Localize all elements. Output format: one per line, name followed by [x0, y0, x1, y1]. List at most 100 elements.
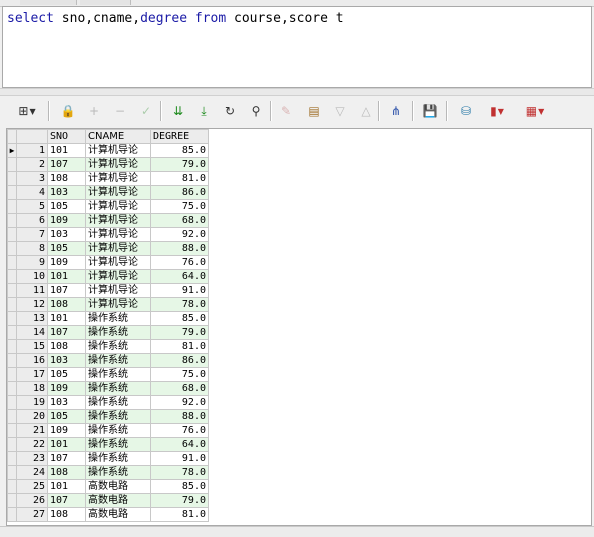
cell-sno[interactable]: 108 — [47, 297, 86, 312]
cell-sno[interactable]: 109 — [47, 213, 86, 228]
cell-degree[interactable]: 81.0 — [150, 339, 209, 354]
cell-sno[interactable]: 109 — [47, 255, 86, 270]
cell-cname[interactable]: 高数电路 — [85, 479, 151, 494]
table-row[interactable]: 3 108 计算机导论 81.0 — [7, 171, 209, 186]
cell-cname[interactable]: 操作系统 — [85, 437, 151, 452]
cell-degree[interactable]: 85.0 — [150, 311, 209, 326]
cell-sno[interactable]: 103 — [47, 353, 86, 368]
cell-sno[interactable]: 107 — [47, 451, 86, 466]
table-row[interactable]: 5 105 计算机导论 75.0 — [7, 199, 209, 214]
table-row[interactable]: 6 109 计算机导论 68.0 — [7, 213, 209, 228]
sql-text[interactable]: select sno,cname,degree from course,scor… — [7, 11, 344, 26]
cell-degree[interactable]: 91.0 — [150, 283, 209, 298]
cell-cname[interactable]: 操作系统 — [85, 395, 151, 410]
table-row[interactable]: 15 108 操作系统 81.0 — [7, 339, 209, 354]
cell-degree[interactable]: 85.0 — [150, 479, 209, 494]
cell-cname[interactable]: 操作系统 — [85, 409, 151, 424]
fetch-last-button[interactable]: ⤓ — [194, 101, 214, 121]
cell-sno[interactable]: 105 — [47, 199, 86, 214]
cell-cname[interactable]: 计算机导论 — [85, 283, 151, 298]
cell-sno[interactable]: 105 — [47, 241, 86, 256]
cell-cname[interactable]: 操作系统 — [85, 381, 151, 396]
cell-degree[interactable]: 81.0 — [150, 507, 209, 522]
cell-degree[interactable]: 75.0 — [150, 199, 209, 214]
query-by-example-button[interactable]: ▤ — [304, 101, 324, 121]
cell-sno[interactable]: 103 — [47, 227, 86, 242]
chevron-down-icon[interactable]: ▼ — [498, 107, 504, 116]
chart-button[interactable]: ▮ ▼ — [482, 101, 512, 121]
cell-sno[interactable]: 101 — [47, 269, 86, 284]
cell-degree[interactable]: 92.0 — [150, 227, 209, 242]
cell-degree[interactable]: 79.0 — [150, 493, 209, 508]
table-row[interactable]: 10 101 计算机导论 64.0 — [7, 269, 209, 284]
cell-degree[interactable]: 76.0 — [150, 423, 209, 438]
cell-degree[interactable]: 91.0 — [150, 451, 209, 466]
clear-eraser-icon[interactable]: ✎ — [276, 101, 296, 121]
cell-degree[interactable]: 75.0 — [150, 367, 209, 382]
table-row[interactable]: 20 105 操作系统 88.0 — [7, 409, 209, 424]
cell-degree[interactable]: 86.0 — [150, 353, 209, 368]
table-row[interactable]: 17 105 操作系统 75.0 — [7, 367, 209, 382]
cell-sno[interactable]: 108 — [47, 171, 86, 186]
cell-degree[interactable]: 76.0 — [150, 255, 209, 270]
cell-cname[interactable]: 操作系统 — [85, 353, 151, 368]
table-row[interactable]: 4 103 计算机导论 86.0 — [7, 185, 209, 200]
cell-sno[interactable]: 108 — [47, 339, 86, 354]
refresh-button[interactable]: ↻ — [220, 101, 240, 121]
cell-degree[interactable]: 92.0 — [150, 395, 209, 410]
table-row[interactable]: 9 109 计算机导论 76.0 — [7, 255, 209, 270]
table-row[interactable]: 24 108 操作系统 78.0 — [7, 465, 209, 480]
cell-degree[interactable]: 86.0 — [150, 185, 209, 200]
cell-cname[interactable]: 操作系统 — [85, 423, 151, 438]
table-row[interactable]: 25 101 高数电路 85.0 — [7, 479, 209, 494]
table-row[interactable]: 8 105 计算机导论 88.0 — [7, 241, 209, 256]
cell-sno[interactable]: 108 — [47, 507, 86, 522]
table-row[interactable]: 18 109 操作系统 68.0 — [7, 381, 209, 396]
cell-degree[interactable]: 64.0 — [150, 437, 209, 452]
cell-cname[interactable]: 计算机导论 — [85, 171, 151, 186]
cell-degree[interactable]: 68.0 — [150, 381, 209, 396]
insert-record-button[interactable]: + — [84, 101, 104, 121]
cell-degree[interactable]: 85.0 — [150, 143, 209, 158]
column-header-cname[interactable]: CNAME — [85, 129, 151, 144]
delete-record-button[interactable]: − — [110, 101, 130, 121]
lock-icon[interactable]: 🔒 — [58, 101, 78, 121]
cell-cname[interactable]: 计算机导论 — [85, 157, 151, 172]
cell-sno[interactable]: 101 — [47, 437, 86, 452]
table-row[interactable]: 27 108 高数电路 81.0 — [7, 507, 209, 522]
cell-cname[interactable]: 操作系统 — [85, 311, 151, 326]
next-button[interactable]: △ — [356, 101, 376, 121]
column-header-degree[interactable]: DEGREE — [150, 129, 209, 144]
table-row[interactable]: 13 101 操作系统 85.0 — [7, 311, 209, 326]
table-row[interactable]: 23 107 操作系统 91.0 — [7, 451, 209, 466]
result-grid[interactable]: SNO CNAME DEGREE ▶ 1 101 计算机导论 85.0 2 107 计算机导论… — [6, 128, 592, 526]
cell-degree[interactable]: 88.0 — [150, 409, 209, 424]
cell-sno[interactable]: 103 — [47, 395, 86, 410]
table-row[interactable]: 12 108 计算机导论 78.0 — [7, 297, 209, 312]
cell-sno[interactable]: 101 — [47, 143, 86, 158]
table-row[interactable]: 11 107 计算机导论 91.0 — [7, 283, 209, 298]
cell-sno[interactable]: 108 — [47, 465, 86, 480]
cell-cname[interactable]: 操作系统 — [85, 325, 151, 340]
previous-button[interactable]: ▽ — [330, 101, 350, 121]
cell-sno[interactable]: 109 — [47, 423, 86, 438]
table-row[interactable]: ▶ 1 101 计算机导论 85.0 — [7, 143, 209, 158]
cell-cname[interactable]: 计算机导论 — [85, 199, 151, 214]
export-database-button[interactable]: ⛁ — [456, 101, 476, 121]
chevron-down-icon[interactable]: ▼ — [538, 107, 544, 116]
table-row[interactable]: 26 107 高数电路 79.0 — [7, 493, 209, 508]
cell-cname[interactable]: 操作系统 — [85, 465, 151, 480]
find-binoculars-icon[interactable]: ⚲ — [246, 101, 266, 121]
cell-degree[interactable]: 78.0 — [150, 465, 209, 480]
table-row[interactable]: 22 101 操作系统 64.0 — [7, 437, 209, 452]
cell-sno[interactable]: 107 — [47, 283, 86, 298]
cell-degree[interactable]: 68.0 — [150, 213, 209, 228]
tab-stub[interactable] — [80, 0, 131, 5]
cell-degree[interactable]: 79.0 — [150, 157, 209, 172]
cell-degree[interactable]: 81.0 — [150, 171, 209, 186]
cell-sno[interactable]: 101 — [47, 479, 86, 494]
cell-cname[interactable]: 计算机导论 — [85, 213, 151, 228]
cell-cname[interactable]: 高数电路 — [85, 493, 151, 508]
fetch-next-button[interactable]: ⇊ — [168, 101, 188, 121]
cell-cname[interactable]: 高数电路 — [85, 507, 151, 522]
